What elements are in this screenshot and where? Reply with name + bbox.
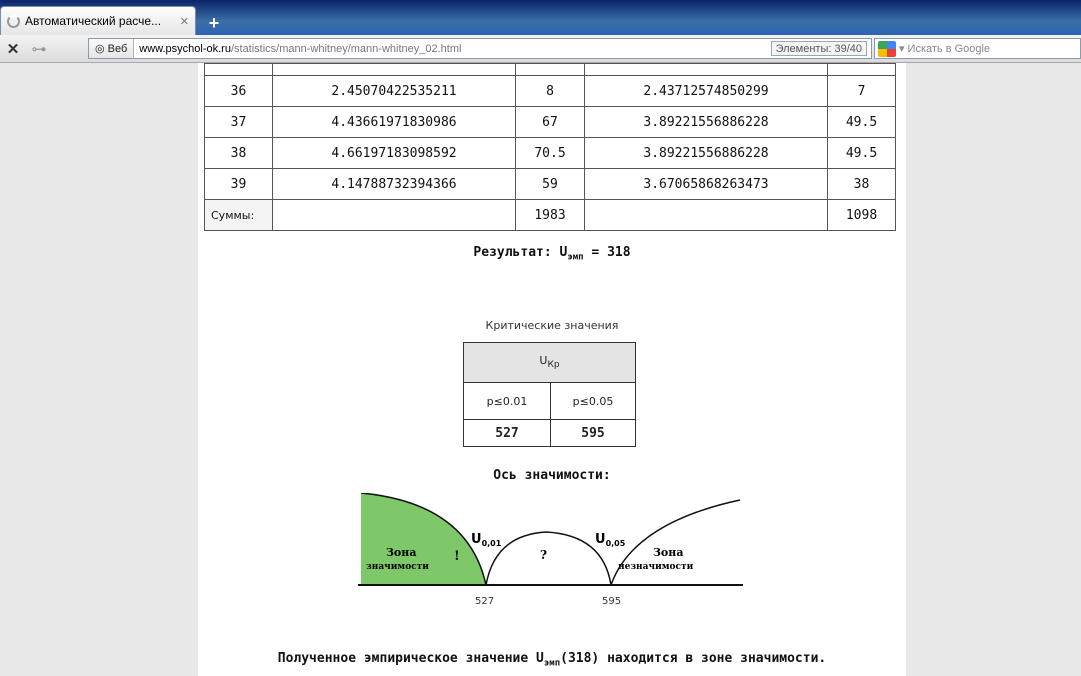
table-cell-v1: 4.43661971830986 <box>272 106 516 138</box>
table-cell-r2: 38 <box>827 168 896 200</box>
table-cell-n: 39 <box>204 168 273 200</box>
table-cell-n: 38 <box>204 137 273 169</box>
table-row <box>204 63 896 76</box>
ranks-table: 36 2.45070422535211 8 2.43712574850299 7 37 4.… <box>204 63 896 231</box>
search-dropdown-icon[interactable]: ▾ <box>899 42 905 55</box>
table-row: 39 4.14788732394366 59 3.67065868263473 38 <box>204 168 896 200</box>
table-cell-n: 37 <box>204 106 273 138</box>
sum-rank-1: 1983 <box>515 199 585 231</box>
table-cell-v2: 2.43712574850299 <box>584 75 828 107</box>
curve-middle <box>485 531 612 586</box>
url-text[interactable]: www.psychol-ok.ru/statistics/mann-whitne… <box>134 43 461 55</box>
page-content: 36 2.45070422535211 8 2.43712574850299 7 37 4.… <box>198 63 906 676</box>
tick-595: 595 <box>602 596 621 607</box>
table-cell-v1: 2.45070422535211 <box>272 75 516 107</box>
critical-values-table: UКр p≤0.01 p≤0.05 527 595 <box>463 342 636 447</box>
zone-nonsig-label-2: незначимости <box>618 562 694 572</box>
new-tab-button[interactable]: + <box>200 11 228 35</box>
google-search-box[interactable]: ▾ Искать в Google <box>874 38 1081 59</box>
search-placeholder: Искать в Google <box>907 42 991 55</box>
loading-spinner-icon <box>7 14 20 28</box>
zone-nonsig-label-1: Зона <box>653 546 683 559</box>
significance-axis-diagram: Зона значимости ! U0,01 ? U0,05 Зона нез… <box>358 493 743 607</box>
sums-label: Суммы: <box>204 199 273 231</box>
sum-rank-2: 1098 <box>827 199 896 231</box>
u-005-label: U0,05 <box>595 532 626 548</box>
curve-right <box>610 499 741 586</box>
table-cell-n: 36 <box>204 75 273 107</box>
zone-sig-label-1: Зона <box>386 546 416 559</box>
table-cell-r2: 49.5 <box>827 106 896 138</box>
question-mark: ? <box>540 548 547 562</box>
table-cell-r1: 70.5 <box>515 137 585 169</box>
elements-counter: Элементы: 39/40 <box>770 41 867 56</box>
conclusion-text: Полученное эмпирическое значение Uэмп(31… <box>277 651 827 669</box>
table-cell <box>584 199 828 231</box>
table-cell <box>272 199 516 231</box>
table-cell-r1: 59 <box>515 168 585 200</box>
tab-strip: Автоматический расче... ✕ + <box>0 6 228 35</box>
address-bar[interactable]: ◎ Веб www.psychol-ok.ru/statistics/mann-w… <box>88 38 872 59</box>
axis-title: Ось значимости: <box>493 468 611 483</box>
sums-row: Суммы: 1983 1098 <box>204 199 896 231</box>
stop-icon[interactable]: ✕ <box>0 40 26 58</box>
browser-titlebar: Автоматический расче... ✕ + <box>0 0 1081 35</box>
table-cell-v1: 4.14788732394366 <box>272 168 516 200</box>
web-button-label: Веб <box>107 42 128 55</box>
table-cell-v2: 3.89221556886228 <box>584 106 828 138</box>
table-cell-v2: 3.89221556886228 <box>584 137 828 169</box>
table-row: 36 2.45070422535211 8 2.43712574850299 7 <box>204 75 896 107</box>
table-cell-r1: 67 <box>515 106 585 138</box>
table-row: 37 4.43661971830986 67 3.89221556886228 49.5 <box>204 106 896 138</box>
zone-sig-label-2: значимости <box>366 562 429 572</box>
google-icon[interactable] <box>878 40 896 57</box>
globe-icon: ◎ <box>95 43 105 55</box>
result-text: Результат: Uэмп = 318 <box>473 245 631 263</box>
tick-527: 527 <box>475 596 494 607</box>
critical-header: UКр <box>463 342 636 383</box>
exclamation-mark: ! <box>454 549 460 564</box>
u-001-label: U0,01 <box>471 532 502 548</box>
navigation-toolbar: ✕ ⊶ ◎ Веб www.psychol-ok.ru/statistics/ma… <box>0 35 1081 63</box>
table-row: 38 4.66197183098592 70.5 3.89221556886228 49… <box>204 137 896 169</box>
tab-active[interactable]: Автоматический расче... ✕ <box>0 6 196 35</box>
p005-label: p≤0.05 <box>550 382 636 420</box>
critical-values-caption: Критические значения <box>485 319 619 332</box>
p001-label: p≤0.01 <box>463 382 551 420</box>
url-path: /statistics/mann-whitney/mann-whitney_02… <box>230 42 462 55</box>
table-cell-v1: 4.66197183098592 <box>272 137 516 169</box>
table-cell-v2: 3.67065868263473 <box>584 168 828 200</box>
critical-value-005: 595 <box>550 419 636 447</box>
table-cell-r2: 49.5 <box>827 137 896 169</box>
table-cell-r1: 8 <box>515 75 585 107</box>
critical-value-001: 527 <box>463 419 551 447</box>
tab-title: Автоматический расче... <box>25 14 162 28</box>
tab-close-icon[interactable]: ✕ <box>180 15 189 28</box>
web-button[interactable]: ◎ Веб <box>89 39 135 58</box>
table-cell-r2: 7 <box>827 75 896 107</box>
key-icon[interactable]: ⊶ <box>26 40 52 58</box>
url-host: www.psychol-ok.ru <box>139 42 231 55</box>
